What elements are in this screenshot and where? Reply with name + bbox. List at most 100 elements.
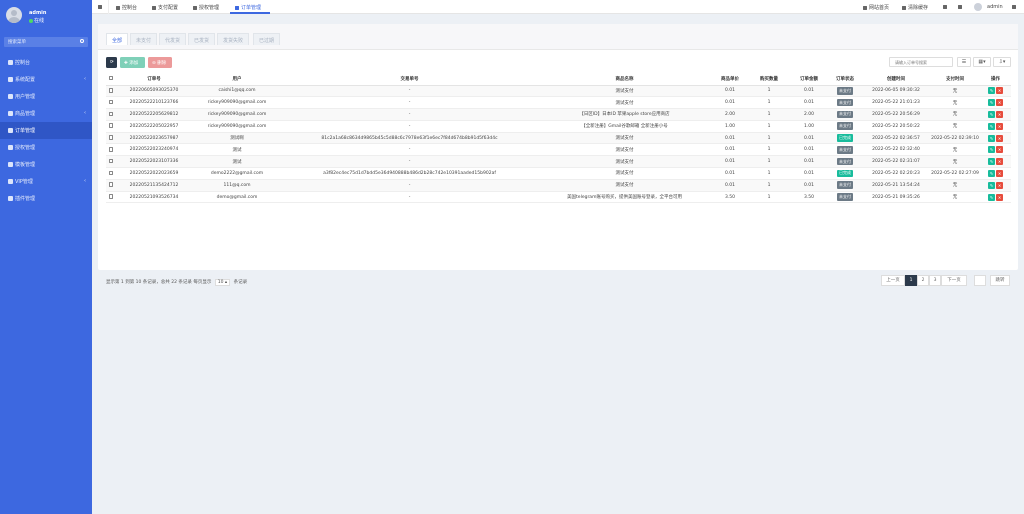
select-all-header[interactable]: [106, 73, 116, 86]
admin-menu[interactable]: admin: [987, 4, 1003, 10]
row-select-cell[interactable]: [106, 155, 116, 169]
edit-icon[interactable]: ✎: [988, 181, 995, 189]
edit-icon[interactable]: ✎: [988, 122, 995, 130]
row-select-cell[interactable]: [106, 132, 116, 145]
column-header[interactable]: 支付时间: [930, 73, 980, 86]
row-select-cell[interactable]: [106, 108, 116, 121]
row-select-cell[interactable]: [106, 120, 116, 133]
page-2-button[interactable]: 2: [917, 275, 929, 286]
list-view-button[interactable]: ☰: [957, 57, 971, 67]
tab-orders[interactable]: 订单管理: [235, 4, 261, 11]
row-checkbox[interactable]: [108, 135, 114, 140]
row-checkbox[interactable]: [108, 158, 114, 164]
column-header[interactable]: 购买数量: [748, 73, 790, 86]
tab-dashboard[interactable]: 控制台: [116, 4, 137, 11]
page-3-button[interactable]: 3: [929, 275, 941, 286]
row-select-cell[interactable]: [106, 179, 116, 192]
shop-icon: [8, 111, 13, 116]
row-checkbox[interactable]: [108, 88, 114, 93]
row-checkbox[interactable]: [108, 170, 114, 176]
tab-expired[interactable]: 已过期: [253, 33, 281, 45]
tab-shipped[interactable]: 已发货: [188, 33, 216, 45]
tab-auth[interactable]: 授权管理: [193, 4, 219, 11]
sidebar-item-orders[interactable]: 订单管理: [0, 122, 92, 139]
row-checkbox[interactable]: [108, 123, 114, 128]
columns-button[interactable]: ▦▾: [973, 57, 991, 67]
edit-icon[interactable]: ✎: [988, 110, 995, 118]
trash-icon[interactable]: ✕: [996, 87, 1003, 95]
column-header[interactable]: 用户: [192, 73, 282, 86]
tab-pending-ship[interactable]: 代发货: [159, 33, 187, 45]
column-header[interactable]: 商品单价: [712, 73, 748, 86]
row-checkbox[interactable]: [108, 111, 114, 117]
avatar[interactable]: [974, 3, 982, 11]
prev-page-button[interactable]: 上一页: [881, 275, 905, 286]
row-select-cell[interactable]: [106, 191, 116, 204]
site-home-button[interactable]: 网站首页: [863, 4, 889, 11]
column-header[interactable]: 商品名称: [537, 73, 712, 86]
language-button[interactable]: [943, 4, 949, 10]
trash-icon[interactable]: ✕: [996, 193, 1003, 201]
row-select-cell[interactable]: [106, 96, 116, 110]
sidebar-item-templates[interactable]: 模板管理: [0, 156, 92, 173]
edit-icon[interactable]: ✎: [988, 134, 995, 142]
row-checkbox[interactable]: [108, 182, 114, 187]
edit-icon[interactable]: ✎: [988, 169, 995, 177]
add-button[interactable]: ✚ 添加: [120, 57, 145, 68]
tab-unpaid[interactable]: 未支付: [130, 33, 158, 45]
sidebar-item-users[interactable]: 用户管理: [0, 88, 92, 105]
next-page-button[interactable]: 下一页: [941, 275, 967, 286]
order-search-input[interactable]: [889, 57, 953, 67]
page-1-button[interactable]: 1: [905, 275, 917, 286]
row-checkbox[interactable]: [108, 147, 114, 152]
clear-cache-button[interactable]: 清除缓存: [902, 4, 928, 11]
jump-page-input[interactable]: [974, 275, 986, 286]
quantity-cell: 1: [748, 167, 790, 180]
column-header[interactable]: 创建时间: [862, 73, 930, 86]
sidebar-item-system-config[interactable]: 系统配置 ‹: [0, 71, 92, 88]
select-all-checkbox[interactable]: [108, 75, 114, 81]
trash-icon[interactable]: ✕: [996, 158, 1003, 166]
edit-icon[interactable]: ✎: [988, 158, 995, 166]
tab-ship-failed[interactable]: 发货失败: [217, 33, 250, 45]
paid-time-cell: 无: [930, 191, 980, 204]
jump-button[interactable]: 跳转: [990, 275, 1010, 286]
export-button[interactable]: ⇩▾: [993, 57, 1011, 67]
row-select-cell[interactable]: [106, 143, 116, 157]
trash-icon[interactable]: ✕: [996, 169, 1003, 177]
tab-pay-config[interactable]: 支付配置: [152, 4, 178, 11]
sidebar-item-auth[interactable]: 授权管理: [0, 139, 92, 156]
row-select-cell[interactable]: [106, 85, 116, 98]
column-header[interactable]: 交易单号: [282, 73, 537, 86]
table-header-row: 订单号 用户 交易单号 商品名称 商品单价 购买数量 订单金额 订单状态 创建时…: [106, 73, 1011, 86]
trash-icon[interactable]: ✕: [996, 134, 1003, 142]
row-checkbox[interactable]: [108, 194, 114, 199]
sidebar-item-plugins[interactable]: 插件管理: [0, 190, 92, 207]
trash-icon[interactable]: ✕: [996, 181, 1003, 189]
edit-icon[interactable]: ✎: [988, 87, 995, 95]
edit-icon[interactable]: ✎: [988, 193, 995, 201]
trash-icon[interactable]: ✕: [996, 122, 1003, 130]
column-header[interactable]: 订单金额: [790, 73, 828, 86]
delete-button[interactable]: ⊖ 删除: [148, 57, 172, 68]
edit-icon[interactable]: ✎: [988, 146, 995, 154]
sidebar-item-vip[interactable]: VIP管理 ‹: [0, 173, 92, 190]
settings-button[interactable]: [1012, 4, 1018, 10]
trash-icon[interactable]: ✕: [996, 146, 1003, 154]
sidebar-item-dashboard[interactable]: 控制台: [0, 54, 92, 71]
toggle-sidebar-button[interactable]: [98, 4, 104, 10]
tab-all[interactable]: 全部: [106, 33, 129, 45]
column-header[interactable]: 订单号: [116, 73, 192, 86]
page-size-select[interactable]: 10 ▴: [214, 279, 231, 286]
refresh-button[interactable]: ⟳: [106, 57, 117, 68]
row-select-cell[interactable]: [106, 167, 116, 180]
search-icon[interactable]: [80, 39, 84, 43]
row-checkbox[interactable]: [108, 99, 114, 105]
column-header[interactable]: 订单状态: [828, 73, 862, 86]
fullscreen-button[interactable]: [958, 4, 964, 10]
edit-icon[interactable]: ✎: [988, 99, 995, 107]
trash-icon[interactable]: ✕: [996, 110, 1003, 118]
menu-search-input[interactable]: 搜索菜单: [4, 37, 88, 47]
sidebar-item-goods[interactable]: 商品管理 ‹: [0, 105, 92, 122]
trash-icon[interactable]: ✕: [996, 99, 1003, 107]
